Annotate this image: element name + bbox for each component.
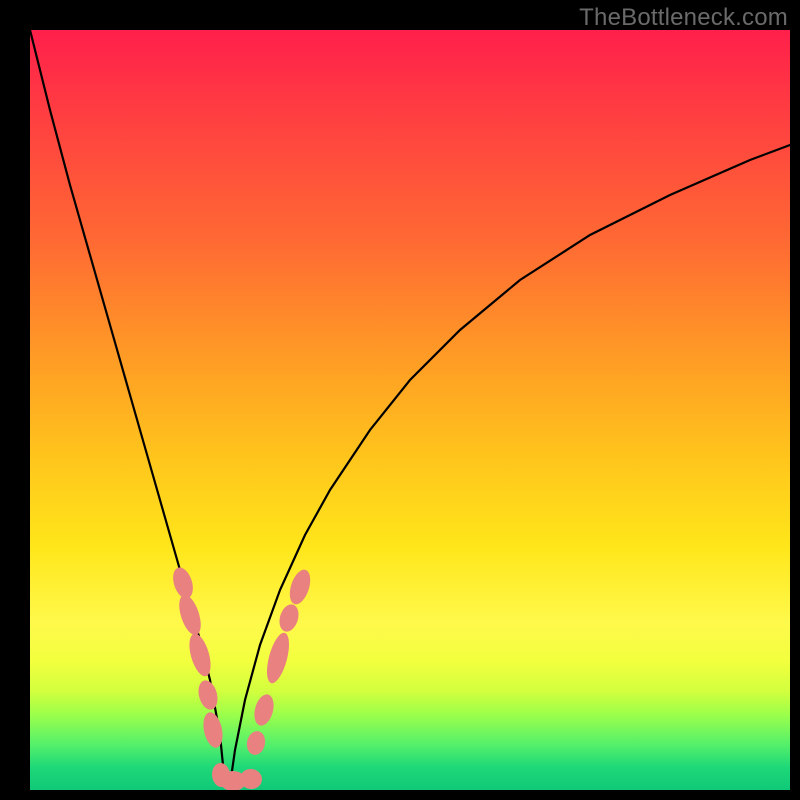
watermark-text: TheBottleneck.com	[579, 4, 788, 32]
bottleneck-curve	[30, 30, 790, 785]
right-band-marker	[251, 692, 277, 728]
right-band-marker	[276, 602, 301, 634]
marker-layer	[169, 565, 314, 790]
right-band-marker	[263, 631, 294, 686]
chart-frame: TheBottleneck.com	[0, 0, 800, 800]
plot-area	[30, 30, 790, 790]
right-band-marker	[245, 729, 268, 756]
left-band-marker	[185, 631, 214, 678]
right-band-marker	[286, 567, 314, 607]
curve-svg	[30, 30, 790, 790]
left-band-marker	[175, 592, 205, 638]
left-band-marker	[195, 678, 220, 712]
